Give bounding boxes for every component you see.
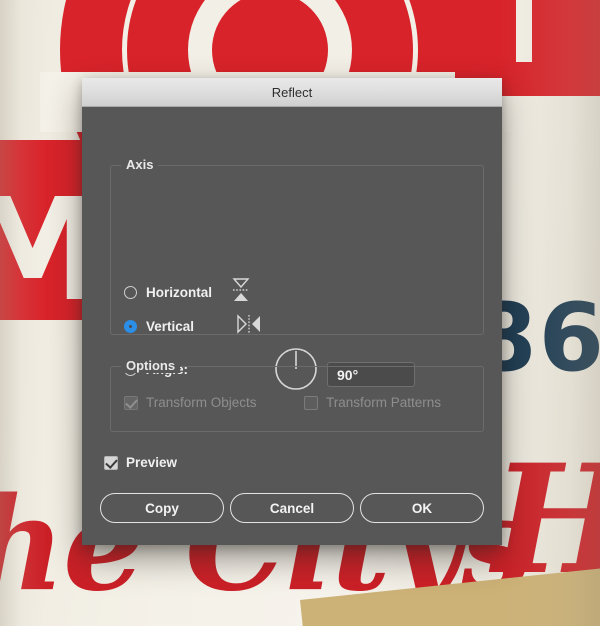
- paper-edge-shading: [0, 0, 46, 626]
- transform-objects-option: Transform Objects: [124, 395, 257, 410]
- vertical-radio[interactable]: [124, 320, 137, 333]
- axis-option-vertical[interactable]: Vertical: [124, 313, 262, 340]
- copy-button[interactable]: Copy: [100, 493, 224, 523]
- ok-button[interactable]: OK: [360, 493, 484, 523]
- dialog-title: Reflect: [271, 84, 313, 100]
- preview-option[interactable]: Preview: [104, 455, 177, 470]
- axis-option-horizontal[interactable]: Horizontal: [124, 277, 252, 308]
- dialog-body: Axis Horizontal Vertical 90° Options Tra…: [82, 107, 502, 545]
- transform-objects-checkbox: [124, 395, 138, 410]
- transform-objects-label: Transform Objects: [146, 395, 257, 410]
- paper-right-shading: [500, 0, 600, 626]
- preview-label: Preview: [126, 455, 178, 470]
- reflect-vertical-icon: [236, 313, 262, 340]
- reflect-dialog: Reflect Axis Horizontal Vertical 90° Opt…: [82, 78, 502, 545]
- axis-group: Axis: [110, 157, 484, 335]
- horizontal-radio[interactable]: [124, 286, 137, 299]
- transform-patterns-label: Transform Patterns: [326, 395, 442, 410]
- dialog-titlebar[interactable]: Reflect: [82, 78, 502, 107]
- transform-patterns-checkbox: [304, 395, 318, 410]
- cancel-button[interactable]: Cancel: [230, 493, 354, 523]
- horizontal-label: Horizontal: [146, 285, 212, 300]
- options-group-label: Options: [121, 358, 181, 373]
- reflect-horizontal-icon: [230, 277, 252, 308]
- preview-checkbox[interactable]: [104, 455, 118, 470]
- axis-group-label: Axis: [121, 157, 159, 172]
- transform-patterns-option: Transform Patterns: [304, 395, 441, 410]
- vertical-label: Vertical: [146, 319, 195, 334]
